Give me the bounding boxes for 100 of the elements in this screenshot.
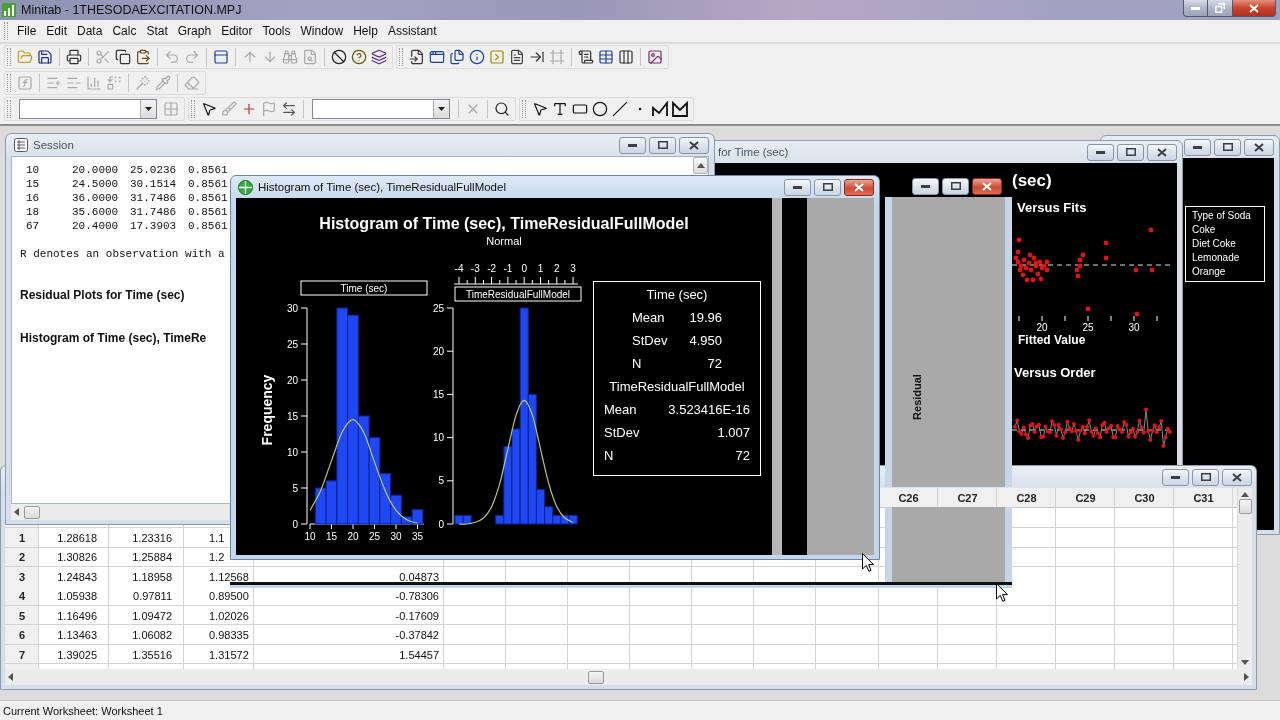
pointer-icon[interactable] — [201, 101, 217, 117]
restore-button[interactable] — [1208, 0, 1233, 17]
left-arrow-icon[interactable] — [14, 508, 19, 516]
printer-icon[interactable] — [66, 49, 82, 65]
vertical-scrollbar[interactable] — [1237, 488, 1252, 669]
dropdown-arrow-button[interactable] — [140, 100, 156, 118]
close-button[interactable] — [679, 136, 709, 154]
maximize-icon — [657, 141, 668, 149]
horizontal-scrollbar[interactable] — [5, 669, 1252, 685]
dropdown-arrow-button[interactable] — [433, 100, 449, 118]
menu-item[interactable]: Data — [72, 22, 108, 40]
close-button[interactable] — [1222, 468, 1252, 486]
scrollbar-thumb[interactable] — [1238, 499, 1252, 514]
clipboard-icon[interactable] — [135, 49, 151, 65]
down-arrow-icon[interactable] — [1241, 660, 1249, 665]
info-icon[interactable] — [469, 49, 485, 65]
columns-icon[interactable] — [618, 49, 634, 65]
scrollbar-thumb[interactable] — [24, 505, 40, 519]
menu-item[interactable]: Assistant — [382, 22, 442, 40]
column-header[interactable]: C29 — [1056, 488, 1115, 508]
row-header[interactable]: 2 — [5, 547, 39, 567]
list-icon — [14, 138, 28, 152]
ellipse-icon[interactable] — [592, 101, 608, 117]
grip-handle[interactable] — [7, 48, 11, 66]
grip-handle[interactable] — [7, 100, 11, 118]
close-button[interactable] — [844, 178, 874, 196]
tick-label: 20 — [432, 345, 444, 357]
menu-item[interactable]: Tools — [257, 22, 296, 40]
table-icon[interactable] — [598, 49, 614, 65]
grip-handle[interactable] — [399, 48, 403, 66]
stat-value: 3.523416E-16 — [668, 401, 750, 419]
left-arrow-icon[interactable] — [8, 673, 13, 681]
prohibited-sign-icon[interactable] — [331, 49, 347, 65]
minimize-button[interactable] — [1184, 138, 1211, 156]
menu-item[interactable]: Help — [348, 22, 383, 40]
menu-item[interactable]: Window — [295, 22, 349, 40]
table-cell-text: 1.54457 — [398, 647, 440, 663]
menu-item[interactable]: Graph — [172, 22, 217, 40]
up-arrow-icon[interactable] — [1241, 492, 1249, 497]
menu-item[interactable]: Edit — [41, 22, 73, 40]
menu-item[interactable]: Editor — [216, 22, 258, 40]
line-icon[interactable] — [612, 101, 628, 117]
grip-handle[interactable] — [4, 22, 8, 40]
scroll-up-button[interactable] — [693, 157, 708, 174]
grip-handle[interactable] — [191, 100, 195, 118]
menu-item[interactable]: File — [12, 22, 42, 40]
document-icon[interactable] — [509, 49, 525, 65]
polyline-icon[interactable] — [652, 101, 668, 117]
search-icon[interactable] — [494, 101, 510, 117]
dropdown-field[interactable] — [312, 99, 450, 119]
column-header[interactable]: C28 — [997, 488, 1056, 508]
row-header[interactable]: 5 — [5, 606, 39, 626]
swap-arrows-icon[interactable] — [281, 101, 297, 117]
arrow-to-line-icon[interactable] — [529, 49, 545, 65]
row-header[interactable]: 7 — [5, 645, 39, 665]
column-header[interactable]: C31 — [1174, 488, 1233, 508]
menu-item[interactable]: Calc — [107, 22, 142, 40]
horizontal-scrollbar[interactable] — [11, 504, 229, 520]
file-arrow-icon[interactable] — [409, 49, 425, 65]
picture-icon[interactable] — [647, 49, 663, 65]
grip-handle[interactable] — [522, 100, 526, 118]
row-header[interactable]: 4 — [5, 586, 39, 606]
pointer-icon[interactable] — [532, 101, 548, 117]
minimize-button[interactable] — [619, 136, 646, 154]
row-header[interactable]: 6 — [5, 625, 39, 645]
minimize-button[interactable] — [1087, 143, 1114, 161]
maximize-button[interactable] — [649, 136, 676, 154]
help-icon[interactable] — [351, 49, 367, 65]
plus-icon[interactable] — [241, 101, 257, 117]
stacked-files-icon[interactable] — [449, 49, 465, 65]
column-header[interactable]: C26 — [879, 488, 938, 508]
column-header[interactable]: C27 — [938, 488, 997, 508]
row-header[interactable]: 1 — [5, 528, 39, 548]
plot-title: Versus Order — [1014, 365, 1096, 380]
menu-item[interactable]: Stat — [141, 22, 173, 40]
app-window-icon[interactable] — [429, 49, 445, 65]
maximize-button[interactable] — [1117, 143, 1144, 161]
scrollbar-thumb[interactable] — [588, 670, 604, 684]
column-header[interactable]: C30 — [1115, 488, 1174, 508]
maximize-button[interactable] — [1214, 138, 1241, 156]
close-button[interactable] — [1147, 143, 1177, 161]
minimize-button[interactable] — [784, 178, 811, 196]
dropdown-field[interactable] — [19, 99, 157, 119]
layers-icon[interactable] — [371, 49, 387, 65]
window-panel-icon[interactable] — [213, 49, 229, 65]
copy-icon[interactable] — [115, 49, 131, 65]
polygon-icon[interactable] — [672, 101, 688, 117]
maximize-button[interactable] — [814, 178, 841, 196]
grip-handle[interactable] — [7, 74, 11, 92]
row-header[interactable]: 3 — [5, 567, 39, 587]
close-button[interactable] — [1233, 0, 1276, 17]
maximize-button[interactable] — [1192, 468, 1219, 486]
minimize-button[interactable] — [1183, 0, 1208, 17]
close-button[interactable] — [1244, 138, 1274, 156]
right-arrow-icon[interactable] — [1244, 673, 1249, 681]
minimize-icon — [793, 185, 802, 189]
letter-t-icon[interactable] — [552, 101, 568, 117]
minimize-button[interactable] — [1162, 468, 1189, 486]
scroll-icon[interactable] — [578, 49, 594, 65]
rectangle-icon[interactable] — [572, 101, 588, 117]
